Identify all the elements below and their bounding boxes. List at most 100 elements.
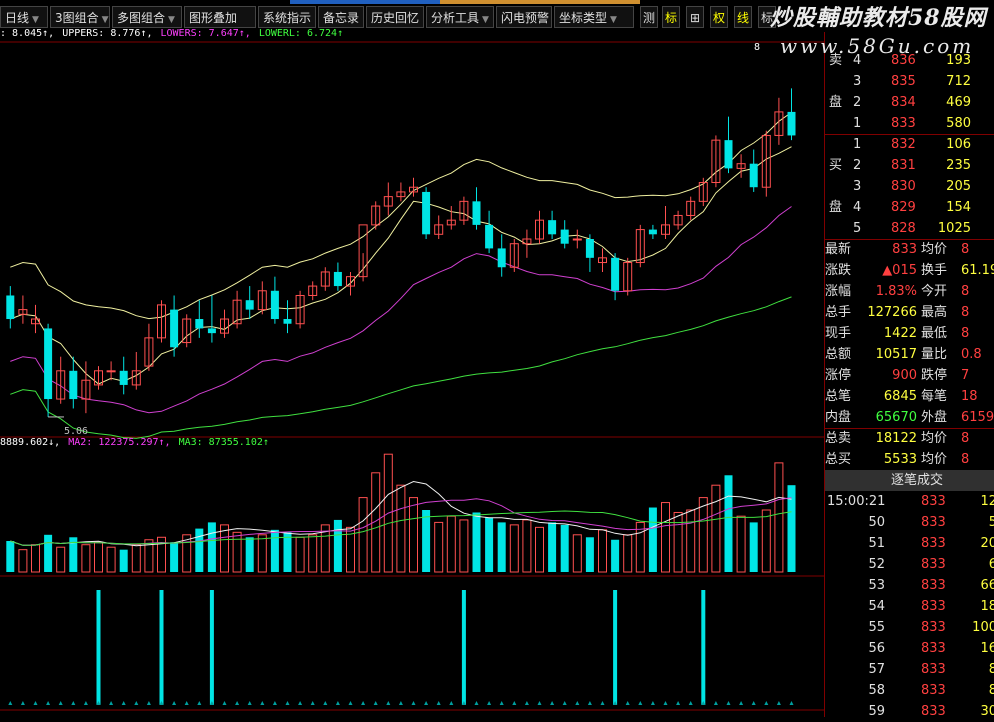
candle-body-down <box>611 257 620 291</box>
rights-icon[interactable]: 权 <box>710 6 728 28</box>
signal-bar <box>159 590 164 705</box>
tick-row: 53 833 66 <box>825 575 994 596</box>
toolbar-button-7[interactable]: 分析工具 ▼ <box>426 6 494 28</box>
toolbar-button-3[interactable]: 图形叠加 <box>184 6 256 28</box>
mark-icon[interactable]: 标 <box>662 6 680 28</box>
stat-label: 总手 <box>825 305 852 320</box>
volume-indicator-value: MA3: 87355.102↑ <box>178 437 269 448</box>
toolbar-button-4[interactable]: 系统指示 <box>258 6 316 28</box>
toolbar-button-1[interactable]: 3图组合 ▼ <box>50 6 110 28</box>
stat-value: 1422 <box>883 326 917 341</box>
volume-bar-up <box>409 497 418 573</box>
volume-bar-down <box>497 522 506 572</box>
candle-body-down <box>119 370 128 385</box>
buy-level-row: 买 2 831 235 <box>825 155 994 176</box>
sell-level-row: 卖 4 836 193 <box>825 50 994 71</box>
dropdown-arrow-icon: ▼ <box>101 15 109 25</box>
bid-volume: 154 <box>946 200 971 215</box>
tick-row: 57 833 8 <box>825 659 994 680</box>
volume-bar-down <box>560 524 569 572</box>
stat-value: 6845 <box>883 389 917 404</box>
stat-value: 6159 <box>961 410 994 425</box>
volume-bar-down <box>472 512 481 572</box>
baseline-marker <box>625 701 630 705</box>
toolbar-button-0[interactable]: 日线 ▼ <box>0 6 48 28</box>
stat-value: 8 <box>961 242 970 257</box>
volume-bar-up <box>761 509 771 573</box>
baseline-marker <box>46 701 51 705</box>
stat-value: 61.19 <box>961 263 994 278</box>
volume-bar-down <box>422 510 431 572</box>
volume-bar-up <box>661 502 670 573</box>
buy-level-row: 1 832 106 <box>825 134 994 155</box>
grid-icon[interactable]: ⊞ <box>686 6 704 28</box>
signal-bar <box>613 590 618 705</box>
stat-value: 5533 <box>883 452 917 467</box>
stat-value: 18 <box>961 389 978 404</box>
kline-chart[interactable]: 5.06 8 <box>0 0 825 717</box>
toolbar-button-6[interactable]: 历史回忆 <box>366 6 424 28</box>
tick-row: 52 833 6 <box>825 554 994 575</box>
stat-row: 现手 1422 最低 8 <box>825 323 994 344</box>
volume-bar-down <box>245 537 254 572</box>
main-indicator-value: LOWERL: 6.724↑ <box>258 28 344 39</box>
volume-bar-up <box>572 534 582 573</box>
tick-price: 833 <box>921 578 946 593</box>
baseline-marker <box>789 701 794 705</box>
measure-icon[interactable]: 测 <box>640 6 658 28</box>
stat-value: 8 <box>961 431 970 446</box>
stat-value: 0.8 <box>961 347 982 362</box>
volume-indicator-line: 8889.602↓, MA2: 122375.297↑, MA3: 87355.10… <box>0 437 277 448</box>
candle-body-down <box>170 309 179 348</box>
stat-value: 65670 <box>875 410 917 425</box>
volume-bar-up <box>232 531 242 573</box>
candle-body-down <box>548 220 557 235</box>
stat-label: 量比 <box>921 347 948 362</box>
stat-label: 总卖 <box>825 431 852 446</box>
dropdown-arrow-icon: ▼ <box>610 15 617 25</box>
long-lower-line <box>10 296 792 439</box>
tick-volume: 8 <box>988 662 994 677</box>
ask-volume: 193 <box>946 53 971 68</box>
baseline-marker <box>71 701 76 705</box>
tick-time: 56 <box>868 641 885 656</box>
line-icon[interactable]: 线 <box>734 6 752 28</box>
sell-level-row: 1 833 580 <box>825 113 994 134</box>
main-indicator-value: : 8.045↑, <box>0 28 55 39</box>
candle-body-down <box>69 370 78 400</box>
baseline-marker <box>512 701 517 705</box>
level-index: 3 <box>853 74 862 89</box>
toolbar-button-8[interactable]: 闪电预警 <box>496 6 552 28</box>
tick-volume: 8 <box>988 683 994 698</box>
stat-label: 现手 <box>825 326 852 341</box>
toolbar-button-2[interactable]: 多图组合 ▼ <box>112 6 182 28</box>
candle-body-down <box>195 319 204 329</box>
toolbar-button-5[interactable]: 备忘录 <box>318 6 364 28</box>
candle-body-down <box>472 201 481 225</box>
volume-bar-up <box>257 534 267 573</box>
bid-volume: 235 <box>946 158 971 173</box>
tick-price: 833 <box>921 515 946 530</box>
candle-body-down <box>749 163 758 188</box>
tick-time: 57 <box>868 662 885 677</box>
baseline-marker <box>373 701 378 705</box>
volume-group <box>6 453 796 573</box>
stat-label: 总买 <box>825 452 852 467</box>
stat-value: 833 <box>892 242 917 257</box>
volume-bar-down <box>270 529 279 572</box>
tick-time: 50 <box>868 515 885 530</box>
baseline-marker <box>310 701 315 705</box>
candle-body-down <box>270 290 279 320</box>
baseline-marker <box>487 701 492 705</box>
baseline-marker <box>121 701 126 705</box>
stat-value: 10517 <box>875 347 917 362</box>
volume-bar-down <box>611 539 620 572</box>
candle-body-up <box>572 238 582 241</box>
tick-time: 52 <box>868 557 885 572</box>
toolbar-button-9[interactable]: 坐标类型 ▼ <box>554 6 634 28</box>
stat-row: 涨跌 ▲015 换手 61.19 <box>825 260 994 281</box>
stat-row: 总笔 6845 每笔 18 <box>825 386 994 407</box>
volume-bar-up <box>81 544 91 573</box>
baseline-marker <box>411 701 416 705</box>
baseline-marker <box>109 701 114 705</box>
